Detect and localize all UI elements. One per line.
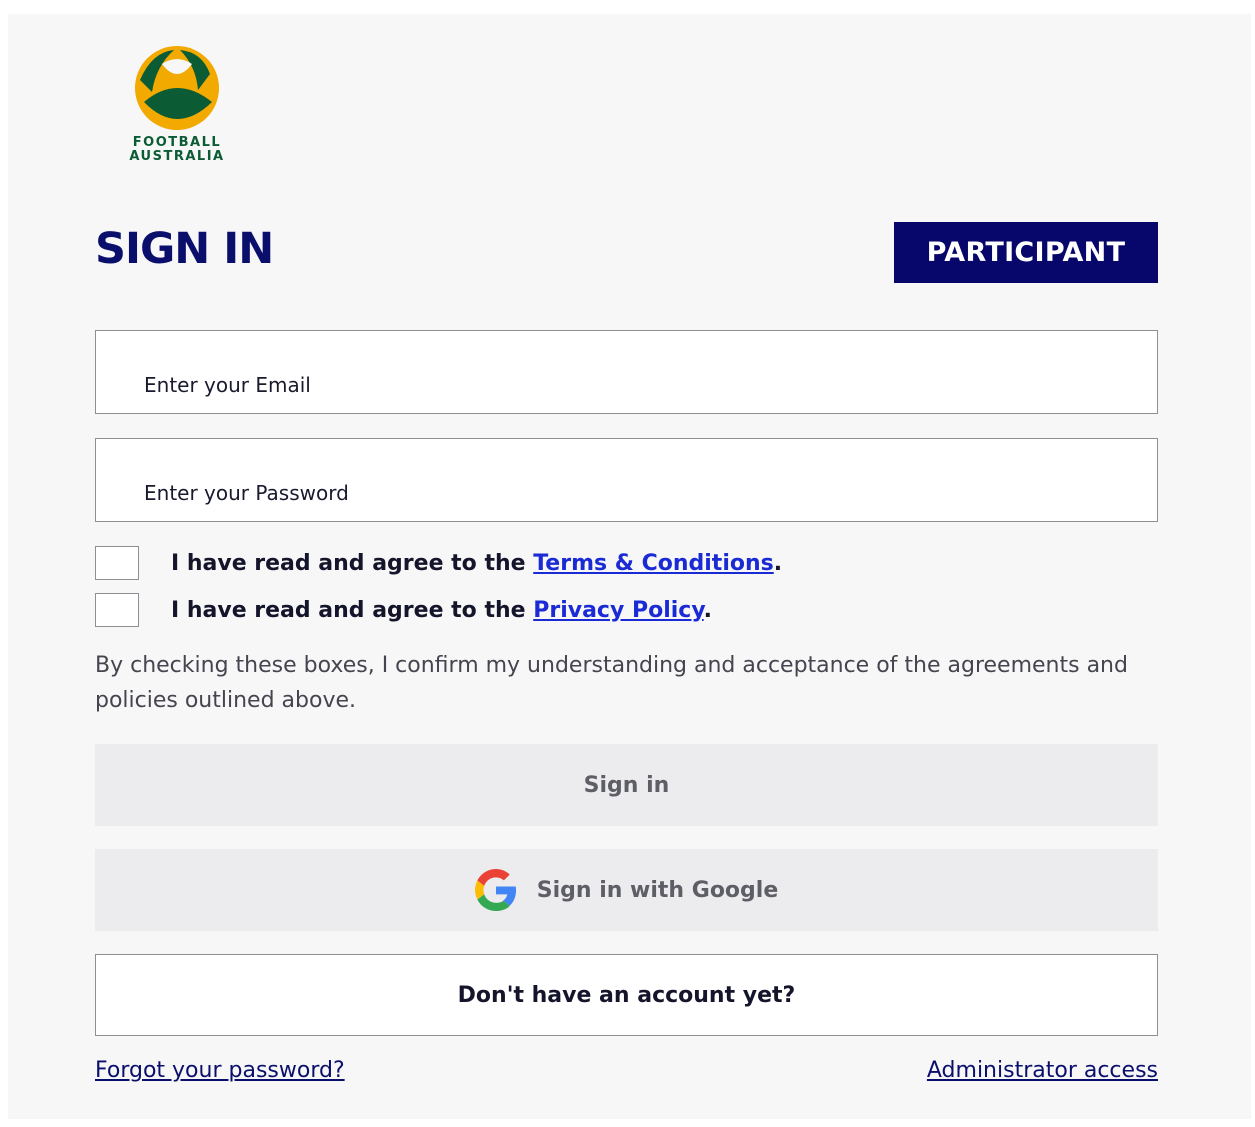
terms-suffix: . <box>773 550 783 576</box>
privacy-suffix: . <box>703 597 713 623</box>
terms-link[interactable]: Terms & Conditions <box>533 551 774 576</box>
logo-text-line2: AUSTRALIA <box>129 149 225 164</box>
email-field[interactable] <box>95 330 1158 414</box>
google-sign-in-button[interactable]: Sign in with Google <box>95 849 1158 931</box>
participant-badge: PARTICIPANT <box>894 222 1158 283</box>
privacy-row: I have read and agree to the Privacy Pol… <box>95 592 712 628</box>
terms-label: I have read and agree to the Terms & Con… <box>171 551 782 576</box>
google-sign-in-label: Sign in with Google <box>536 877 779 903</box>
email-input[interactable] <box>96 331 1157 413</box>
forgot-password-link[interactable]: Forgot your password? <box>95 1058 345 1083</box>
sign-in-button-label: Sign in <box>583 772 670 798</box>
password-input[interactable] <box>96 439 1157 521</box>
register-button[interactable]: Don't have an account yet? <box>95 954 1158 1036</box>
consent-notice: By checking these boxes, I confirm my un… <box>95 653 1128 713</box>
sign-in-button[interactable]: Sign in <box>95 744 1158 826</box>
terms-row: I have read and agree to the Terms & Con… <box>95 545 782 581</box>
terms-checkbox[interactable] <box>95 546 139 580</box>
logo-mark-icon <box>135 46 219 130</box>
administrator-access-link[interactable]: Administrator access <box>927 1058 1158 1083</box>
sign-in-page: FOOTBALL AUSTRALIA SIGN IN PARTICIPANT I… <box>8 14 1251 1119</box>
football-australia-logo: FOOTBALL AUSTRALIA <box>112 44 242 169</box>
privacy-link[interactable]: Privacy Policy <box>533 598 703 623</box>
privacy-label: I have read and agree to the Privacy Pol… <box>171 598 712 623</box>
page-title: SIGN IN <box>95 224 274 274</box>
google-g-icon <box>474 869 516 911</box>
privacy-prefix: I have read and agree to the <box>171 597 534 623</box>
terms-prefix: I have read and agree to the <box>171 550 534 576</box>
password-field[interactable] <box>95 438 1158 522</box>
logo-text-line1: FOOTBALL <box>132 135 222 150</box>
register-button-label: Don't have an account yet? <box>457 982 796 1008</box>
privacy-checkbox[interactable] <box>95 593 139 627</box>
